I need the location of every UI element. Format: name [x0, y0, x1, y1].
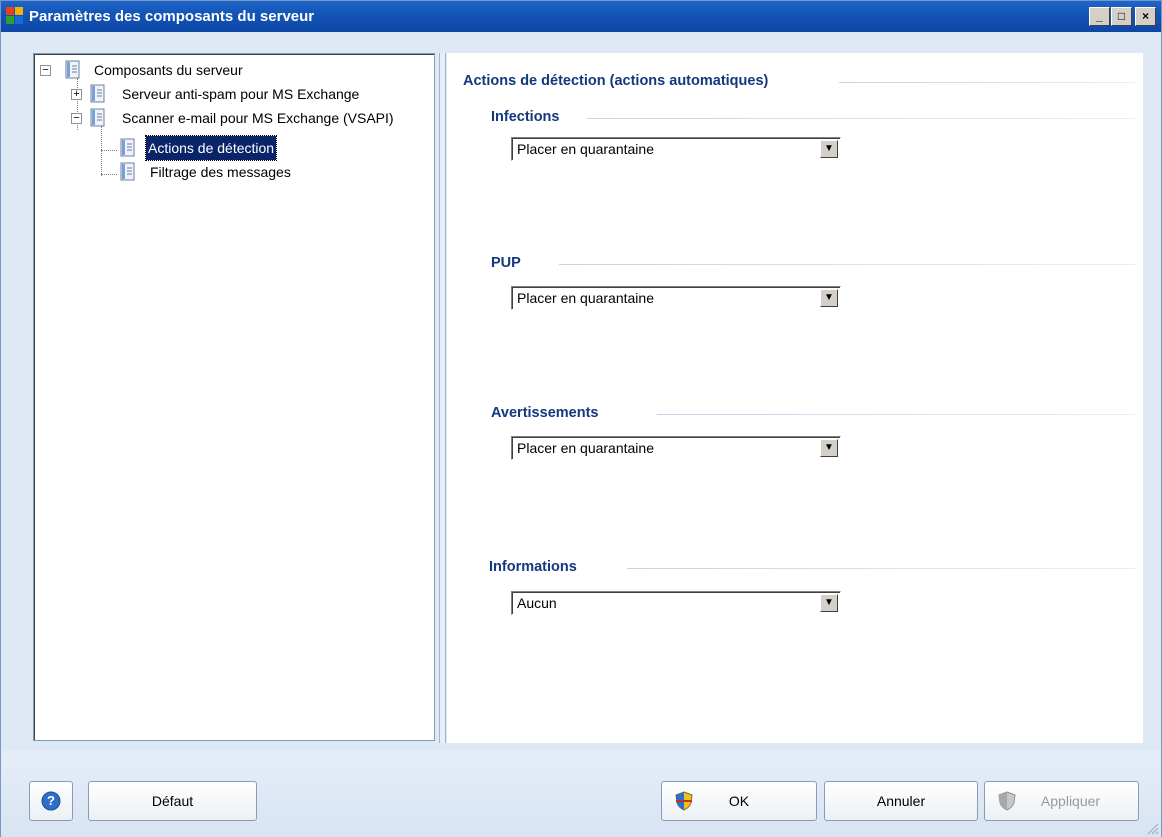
- heading-divider: [587, 118, 1135, 119]
- app-logo-icon: [6, 7, 23, 24]
- tree-item-message-filtering[interactable]: Filtrage des messages: [34, 160, 434, 184]
- tree-item-label: Filtrage des messages: [150, 164, 291, 180]
- heading-divider: [627, 568, 1135, 569]
- window-title: Paramètres des composants du serveur: [29, 8, 315, 25]
- minimize-button[interactable]: _: [1089, 7, 1110, 26]
- maximize-button[interactable]: □: [1111, 7, 1132, 26]
- chevron-down-icon[interactable]: ▼: [820, 140, 838, 158]
- detection-actions-panel: Actions de détection (actions automatiqu…: [447, 53, 1143, 743]
- infections-action-select[interactable]: Placer en quarantaine ▼: [511, 137, 841, 161]
- heading-divider: [657, 414, 1135, 415]
- tree-item-email-scanner[interactable]: − Scanner e-mail pour MS Exchange (VSAPI…: [34, 106, 434, 130]
- resize-grip-icon[interactable]: [1145, 821, 1159, 835]
- ok-label: OK: [728, 793, 750, 809]
- collapse-icon[interactable]: −: [40, 65, 51, 76]
- section-warnings-label: Avertissements: [491, 405, 599, 421]
- section-infections-label: Infections: [491, 109, 560, 125]
- heading-divider: [839, 82, 1135, 83]
- settings-window: Paramètres des composants du serveur _ □…: [0, 0, 1162, 837]
- apply-label: Appliquer: [1040, 793, 1101, 809]
- warnings-action-select[interactable]: Placer en quarantaine ▼: [511, 436, 841, 460]
- section-pup-label: PUP: [491, 255, 521, 271]
- chevron-down-icon[interactable]: ▼: [820, 594, 838, 612]
- panel-title: Actions de détection (actions automatiqu…: [463, 73, 769, 89]
- tree-item-label-selected: Actions de détection: [144, 135, 278, 161]
- help-glyph: ?: [47, 793, 55, 808]
- collapse-icon[interactable]: −: [71, 113, 82, 124]
- default-button[interactable]: Défaut: [88, 781, 257, 821]
- section-information-label: Informations: [489, 559, 577, 575]
- ok-button[interactable]: OK: [661, 781, 817, 821]
- select-value: Aucun: [517, 595, 557, 611]
- panel-splitter[interactable]: [439, 53, 446, 743]
- document-icon: [120, 138, 135, 157]
- tree-item-label: Serveur anti-spam pour MS Exchange: [122, 86, 360, 102]
- close-button[interactable]: ×: [1135, 7, 1156, 26]
- information-action-select[interactable]: Aucun ▼: [511, 591, 841, 615]
- tree-item-antispam[interactable]: + Serveur anti-spam pour MS Exchange: [34, 82, 434, 106]
- components-tree[interactable]: − Composants du serveur + Serveur anti-s…: [33, 53, 435, 741]
- tree-item-label: Composants du serveur: [94, 62, 243, 78]
- document-icon: [90, 108, 105, 127]
- heading-divider: [559, 264, 1135, 265]
- tree-item-label: Scanner e-mail pour MS Exchange (VSAPI): [122, 110, 394, 126]
- select-value: Placer en quarantaine: [517, 290, 654, 306]
- shield-icon: [998, 791, 1016, 811]
- tree-item-root[interactable]: − Composants du serveur: [34, 58, 434, 82]
- tree-item-detection-actions[interactable]: Actions de détection: [34, 135, 434, 161]
- expand-icon[interactable]: +: [71, 89, 82, 100]
- document-icon: [65, 60, 80, 79]
- help-button[interactable]: ?: [29, 781, 73, 821]
- select-value: Placer en quarantaine: [517, 141, 654, 157]
- select-value: Placer en quarantaine: [517, 440, 654, 456]
- document-icon: [120, 162, 135, 181]
- title-bar[interactable]: Paramètres des composants du serveur _ □…: [1, 1, 1161, 32]
- chevron-down-icon[interactable]: ▼: [820, 439, 838, 457]
- document-icon: [90, 84, 105, 103]
- chevron-down-icon[interactable]: ▼: [820, 289, 838, 307]
- pup-action-select[interactable]: Placer en quarantaine ▼: [511, 286, 841, 310]
- apply-button[interactable]: Appliquer: [984, 781, 1139, 821]
- shield-icon: [675, 791, 693, 811]
- cancel-button[interactable]: Annuler: [824, 781, 978, 821]
- button-bar: ? Défaut OK Annuler Appliquer: [1, 751, 1161, 837]
